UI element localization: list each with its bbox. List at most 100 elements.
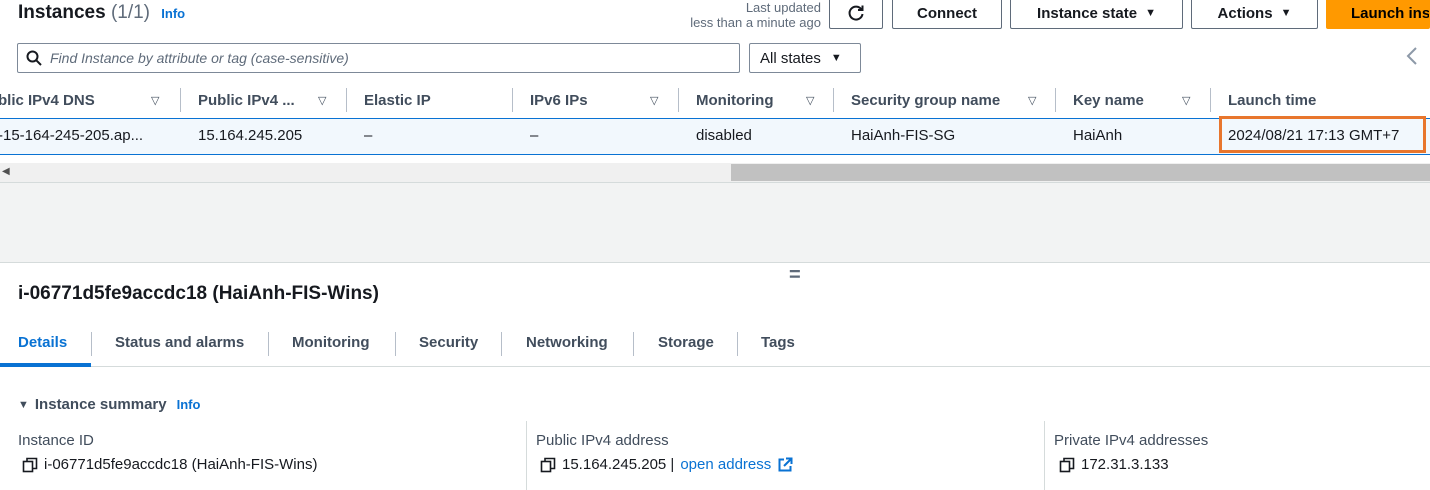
- connect-label: Connect: [917, 4, 977, 22]
- refresh-button[interactable]: [829, 0, 883, 29]
- tab-storage[interactable]: Storage: [658, 334, 714, 351]
- caret-down-icon[interactable]: ▽: [806, 94, 814, 107]
- info-link[interactable]: Info: [177, 397, 201, 412]
- scroll-left-icon[interactable]: ◀: [2, 166, 10, 177]
- chevron-left-icon[interactable]: [1404, 44, 1420, 68]
- last-updated-label: Last updated: [745, 0, 821, 15]
- open-address-link[interactable]: open address: [680, 456, 771, 473]
- caret-down-icon: ▼: [1145, 7, 1156, 19]
- tab-tags[interactable]: Tags: [761, 334, 795, 351]
- column-header-ipv6-ips[interactable]: IPv6 IPs: [530, 88, 588, 112]
- refresh-icon: [848, 5, 864, 21]
- actions-button[interactable]: Actions ▼: [1191, 0, 1318, 29]
- instance-summary-header[interactable]: ▼ Instance summary Info: [18, 396, 200, 413]
- instance-state-label: Instance state: [1037, 4, 1138, 22]
- cell-key-name: HaiAnh: [1073, 127, 1123, 144]
- tab-divider: [737, 332, 738, 356]
- private-ipv4-label: Private IPv4 addresses: [1054, 432, 1209, 449]
- tab-security[interactable]: Security: [419, 334, 478, 351]
- column-header-elastic-ip[interactable]: Elastic IP: [364, 88, 431, 112]
- caret-down-icon[interactable]: ▽: [151, 94, 159, 107]
- column-header-public-ipv4-dns[interactable]: blic IPv4 DNS: [0, 88, 95, 112]
- column-header-security-group-name[interactable]: Security group name: [851, 88, 1000, 112]
- column-divider[interactable]: [180, 88, 181, 112]
- caret-down-icon: ▼: [1280, 7, 1292, 19]
- cell-elastic-ip: –: [364, 127, 373, 144]
- page-title-text: Instances: [18, 2, 106, 23]
- caret-down-icon[interactable]: ▽: [650, 94, 658, 107]
- active-tab-indicator: [0, 363, 91, 367]
- column-header-label: Public IPv4 ...: [198, 91, 295, 109]
- caret-down-icon[interactable]: ▽: [318, 94, 326, 107]
- tab-monitoring[interactable]: Monitoring: [292, 334, 369, 351]
- tab-divider: [91, 332, 92, 356]
- public-ipv4-label: Public IPv4 address: [536, 432, 669, 449]
- caret-down-icon: ▼: [18, 398, 29, 411]
- instance-id-value: i-06771d5fe9accdc18 (HaiAnh-FIS-Wins): [22, 456, 317, 473]
- column-header-label: Elastic IP: [364, 91, 431, 109]
- states-select-value: All states: [760, 49, 821, 67]
- highlight-box: [1219, 116, 1426, 153]
- instance-id-label: Instance ID: [18, 432, 94, 449]
- tab-divider: [268, 332, 269, 356]
- states-select[interactable]: All states ▼: [749, 43, 861, 73]
- cell-security-group-name: HaiAnh-FIS-SG: [851, 127, 956, 144]
- tab-divider: [633, 332, 634, 356]
- column-header-label: Security group name: [851, 91, 1001, 109]
- tab-details[interactable]: Details: [18, 334, 67, 351]
- private-ipv4-value: 172.31.3.133: [1059, 456, 1169, 473]
- instance-id-text: i-06771d5fe9accdc18 (HaiAnh-FIS-Wins): [44, 456, 318, 473]
- scrollbar-thumb[interactable]: [731, 164, 1430, 181]
- column-header-launch-time[interactable]: Launch time: [1228, 88, 1316, 112]
- column-divider[interactable]: [512, 88, 513, 112]
- column-header-label: IPv6 IPs: [530, 91, 588, 109]
- cell-public-ipv4: 15.164.245.205: [198, 127, 303, 144]
- column-header-public-ipv4[interactable]: Public IPv4 ...: [198, 88, 295, 112]
- actions-label: Actions: [1217, 4, 1273, 22]
- info-link[interactable]: Info: [161, 6, 185, 21]
- public-ipv4-text: 15.164.245.205 |: [562, 456, 675, 473]
- column-divider[interactable]: [1210, 88, 1211, 112]
- instance-count: (1/1): [110, 2, 151, 23]
- section-title: Instance summary: [34, 396, 167, 413]
- column-header-key-name[interactable]: Key name: [1073, 88, 1144, 112]
- page-title: Instances (1/1) Info: [18, 2, 185, 24]
- tab-status-and-alarms[interactable]: Status and alarms: [115, 334, 244, 351]
- private-ipv4-text: 172.31.3.133: [1081, 456, 1169, 473]
- last-updated: Last updated less than a minute ago: [690, 0, 821, 30]
- column-divider[interactable]: [1055, 88, 1056, 112]
- resize-handle-icon[interactable]: =: [789, 264, 801, 287]
- instance-detail-title: i-06771d5fe9accdc18 (HaiAnh-FIS-Wins): [18, 283, 379, 304]
- instance-state-button[interactable]: Instance state ▼: [1010, 0, 1183, 29]
- caret-down-icon[interactable]: ▽: [1182, 94, 1190, 107]
- tabs-divider: [0, 366, 1430, 367]
- tab-divider: [501, 332, 502, 356]
- search-input[interactable]: Find Instance by attribute or tag (case-…: [17, 43, 740, 73]
- column-divider[interactable]: [833, 88, 834, 112]
- column-divider: [1044, 421, 1045, 490]
- tab-networking[interactable]: Networking: [526, 334, 608, 351]
- cell-public-ipv4-dns: -15-164-245-205.ap...: [0, 127, 144, 144]
- column-divider: [526, 421, 527, 490]
- caret-down-icon[interactable]: ▽: [1028, 94, 1036, 107]
- column-header-label: Launch time: [1228, 91, 1317, 109]
- empty-space: [0, 183, 1430, 263]
- connect-button[interactable]: Connect: [892, 0, 1002, 29]
- search-placeholder: Find Instance by attribute or tag (case-…: [50, 50, 349, 66]
- launch-instances-label: Launch ins: [1351, 4, 1430, 22]
- column-header-monitoring[interactable]: Monitoring: [696, 88, 773, 112]
- column-header-label: Monitoring: [696, 91, 774, 109]
- column-divider[interactable]: [346, 88, 347, 112]
- search-icon: [26, 50, 42, 66]
- column-divider[interactable]: [678, 88, 679, 112]
- copy-icon[interactable]: [22, 457, 38, 473]
- last-updated-value: less than a minute ago: [690, 15, 821, 30]
- cell-monitoring: disabled: [696, 127, 752, 144]
- launch-instances-button[interactable]: Launch ins: [1326, 0, 1430, 29]
- copy-icon[interactable]: [540, 457, 556, 473]
- cell-ipv6-ips: –: [530, 127, 539, 144]
- copy-icon[interactable]: [1059, 457, 1075, 473]
- tab-divider: [395, 332, 396, 356]
- external-link-icon[interactable]: [777, 457, 793, 473]
- public-ipv4-value: 15.164.245.205 | open address: [540, 456, 793, 473]
